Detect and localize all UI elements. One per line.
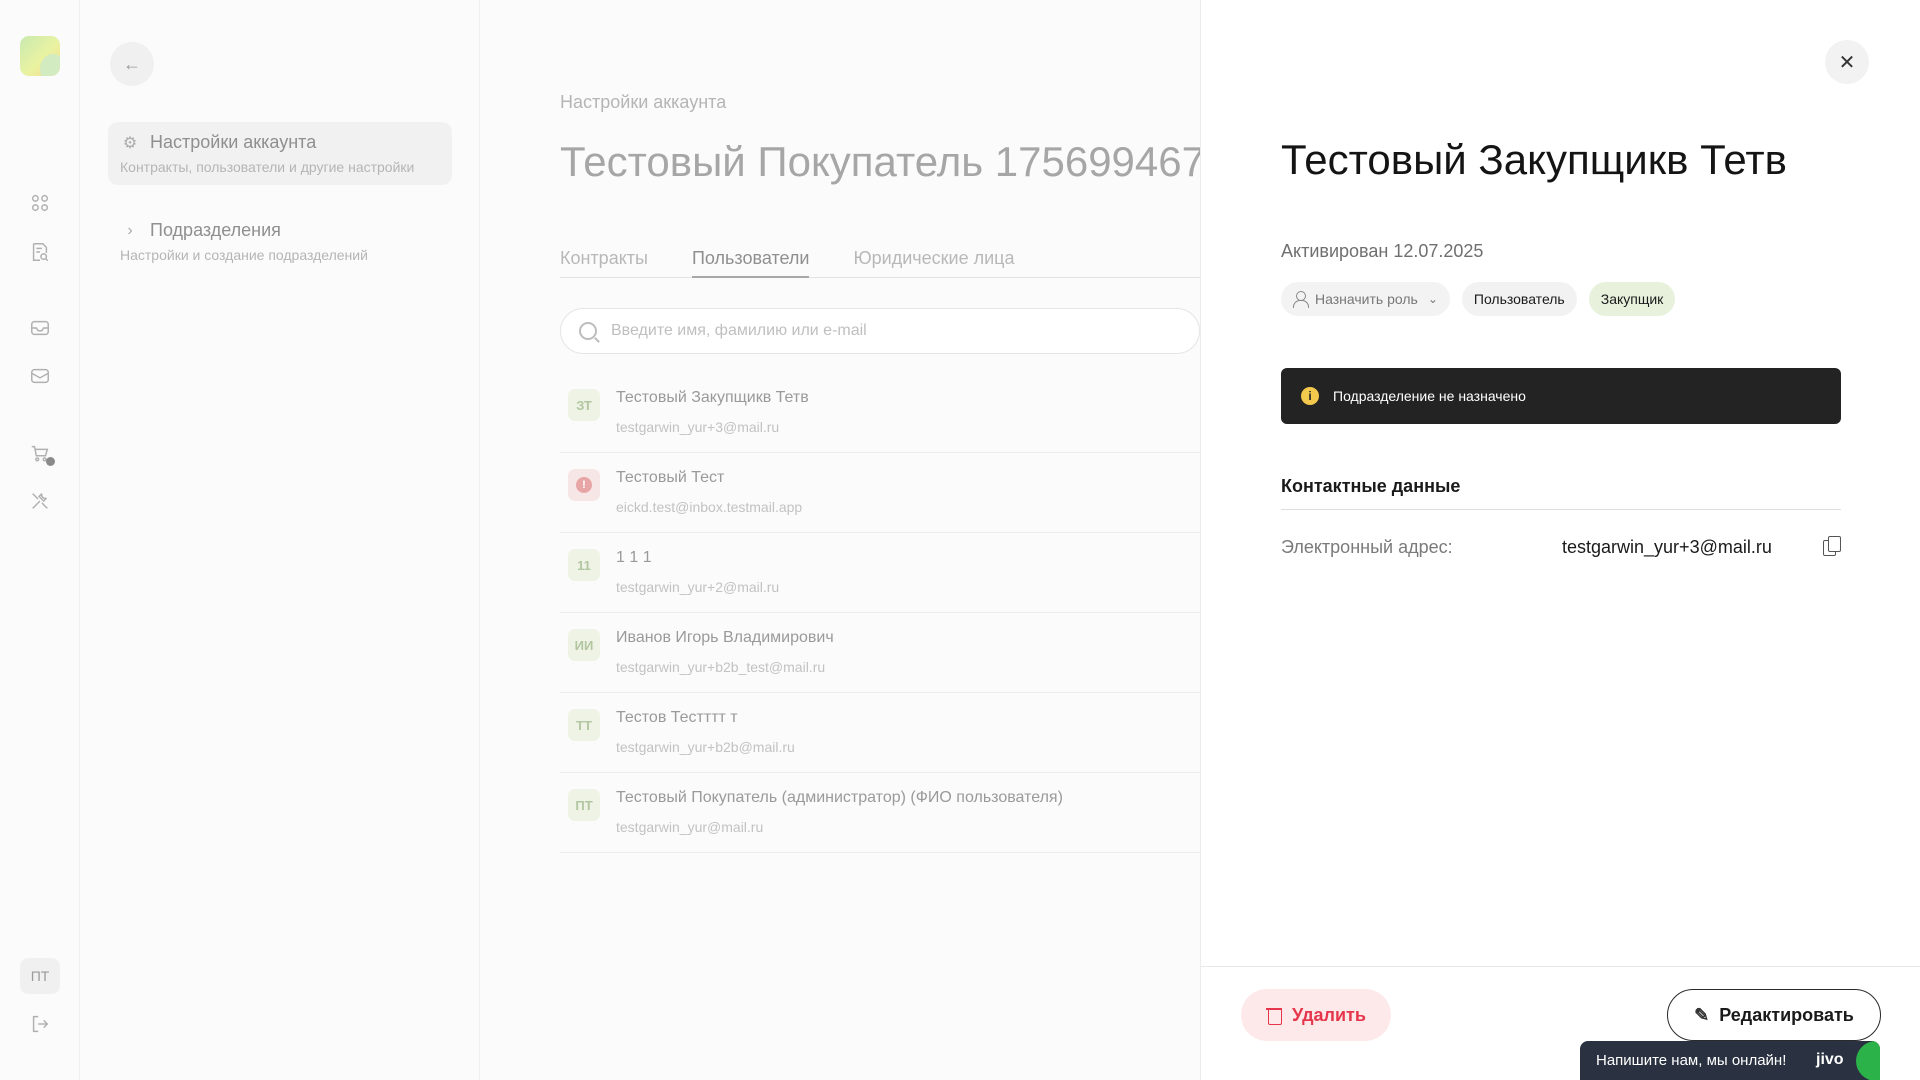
search-placeholder: Введите имя, фамилию или e-mail <box>611 322 867 339</box>
list-item[interactable]: ТТ Тестов Тестттт т testgarwin_yur+b2b@m… <box>560 693 1200 773</box>
search-document-icon[interactable] <box>28 240 52 264</box>
tab-bar: Контракты Пользователи Юридические лица <box>560 248 1200 278</box>
trash-icon <box>1266 1006 1283 1025</box>
nav-item-title: Настройки аккаунта <box>150 132 317 152</box>
list-item[interactable]: 11 1 1 1 testgarwin_yur+2@mail.ru <box>560 533 1200 613</box>
activation-status: Активирован 12.07.2025 <box>1281 241 1484 261</box>
avatar: ЗТ <box>568 389 600 421</box>
tab-users[interactable]: Пользователи <box>691 248 810 278</box>
back-button[interactable]: ← <box>110 42 154 86</box>
icon-rail: ПТ <box>0 0 80 1080</box>
avatar: 11 <box>568 549 600 581</box>
email-value: testgarwin_yur+3@mail.ru <box>1562 537 1772 557</box>
nav-item-title: Подразделения <box>150 220 281 240</box>
chevron-down-icon: ⌄ <box>1427 292 1438 306</box>
pencil-icon: ✎ <box>1694 1004 1710 1025</box>
nav-item-account-settings[interactable]: ⚙ Настройки аккаунта Контракты, пользоват… <box>108 122 452 185</box>
list-item[interactable]: ИИ Иванов Игорь Владимирович testgarwin_… <box>560 613 1200 693</box>
drawer-title: Тестовый Закупщикв Тетв <box>1281 136 1787 183</box>
user-name: Тестовый Тест <box>616 469 725 486</box>
role-chip-buyer: Закупщик <box>1588 282 1676 316</box>
assign-role-dropdown[interactable]: Назначить роль ⌄ <box>1281 282 1450 316</box>
logout-icon[interactable] <box>28 1012 52 1036</box>
avatar: ИИ <box>568 629 600 661</box>
user-name: Тестов Тестттт т <box>616 709 738 726</box>
user-list: ЗТ Тестовый Закупщикв Тетв testgarwin_yu… <box>560 373 1200 853</box>
close-icon: ✕ <box>1838 51 1856 74</box>
user-email: testgarwin_yur+2@mail.ru <box>616 579 780 595</box>
nav-item-subtitle: Контракты, пользователи и другие настрой… <box>120 159 415 175</box>
page-title: Тестовый Покупатель 1756994674 <box>560 138 1229 185</box>
user-name: Тестовый Закупщикв Тетв <box>616 389 809 406</box>
list-item[interactable]: ЗТ Тестовый Закупщикв Тетв testgarwin_yu… <box>560 373 1200 453</box>
chat-online-indicator <box>1856 1041 1880 1080</box>
info-icon: i <box>1301 387 1319 405</box>
user-email: testgarwin_yur+b2b@mail.ru <box>616 739 795 755</box>
delete-button[interactable]: Удалить <box>1241 989 1391 1041</box>
nav-item-departments[interactable]: › Подразделения Настройки и создание подр… <box>108 210 452 273</box>
arrow-left-icon: ← <box>123 53 141 74</box>
list-item[interactable]: ПТ Тестовый Покупатель (администратор) (… <box>560 773 1200 853</box>
user-email: eickd.test@inbox.testmail.app <box>616 499 803 515</box>
tab-contracts[interactable]: Контракты <box>560 248 648 278</box>
alert-text: Подразделение не назначено <box>1333 388 1526 404</box>
chevron-right-icon: › <box>127 221 133 239</box>
close-button[interactable]: ✕ <box>1825 40 1869 84</box>
breadcrumb[interactable]: Настройки аккаунта <box>560 92 726 113</box>
user-email: testgarwin_yur+b2b_test@mail.ru <box>616 659 826 675</box>
nav-item-subtitle: Настройки и создание подразделений <box>120 247 368 263</box>
user-email: testgarwin_yur+3@mail.ru <box>616 419 780 435</box>
email-label: Электронный адрес: <box>1281 537 1453 557</box>
gear-icon: ⚙ <box>122 134 138 152</box>
grid-icon[interactable] <box>28 191 52 215</box>
edit-button[interactable]: ✎ Редактировать <box>1667 989 1881 1041</box>
search-input[interactable]: Введите имя, фамилию или e-mail <box>560 308 1200 354</box>
assign-role-label: Назначить роль <box>1315 291 1418 307</box>
user-email: testgarwin_yur@mail.ru <box>616 819 764 835</box>
role-chips: Назначить роль ⌄ Пользователь Закупщик <box>1281 282 1676 316</box>
user-name: Иванов Игорь Владимирович <box>616 629 834 646</box>
chat-brand-logo: jivo <box>1816 1051 1844 1068</box>
user-avatar[interactable]: ПТ <box>20 958 60 994</box>
app-root: ПТ ← ⚙ Настройки аккаунта Контракты, поль… <box>0 0 1920 1080</box>
search-icon <box>579 322 597 340</box>
tab-legal-entities[interactable]: Юридические лица <box>853 248 1014 278</box>
avatar: ТТ <box>568 709 600 741</box>
role-chip-user: Пользователь <box>1461 282 1577 316</box>
mailbox-icon[interactable] <box>28 316 52 340</box>
settings-nav: ← ⚙ Настройки аккаунта Контракты, пользов… <box>80 0 480 1080</box>
warning-icon: ! <box>576 477 592 493</box>
contacts-heading: Контактные данные <box>1281 476 1841 510</box>
person-icon <box>1293 291 1309 308</box>
user-name: 1 1 1 <box>616 549 652 566</box>
user-name: Тестовый Покупатель (администратор) (ФИО… <box>616 789 1063 806</box>
brand-logo[interactable] <box>20 36 60 76</box>
inbox-icon[interactable] <box>28 364 52 388</box>
main-content: Настройки аккаунта Тестовый Покупатель 1… <box>480 0 1228 1080</box>
user-detail-drawer: ✕ Тестовый Закупщикв Тетв Активирован 12… <box>1200 0 1920 1080</box>
chat-widget[interactable]: Напишите нам, мы онлайн! jivo <box>1580 1041 1880 1080</box>
tools-icon[interactable] <box>28 489 52 513</box>
notification-dot <box>46 457 55 466</box>
avatar: ПТ <box>568 789 600 821</box>
delete-label: Удалить <box>1292 1004 1366 1025</box>
department-alert: i Подразделение не назначено <box>1281 368 1841 424</box>
list-item[interactable]: ! Тестовый Тест eickd.test@inbox.testmai… <box>560 453 1200 533</box>
avatar: ! <box>568 469 600 501</box>
chat-prompt: Напишите нам, мы онлайн! <box>1596 1052 1787 1069</box>
edit-label: Редактировать <box>1719 1004 1854 1025</box>
copy-icon[interactable] <box>1823 536 1841 556</box>
